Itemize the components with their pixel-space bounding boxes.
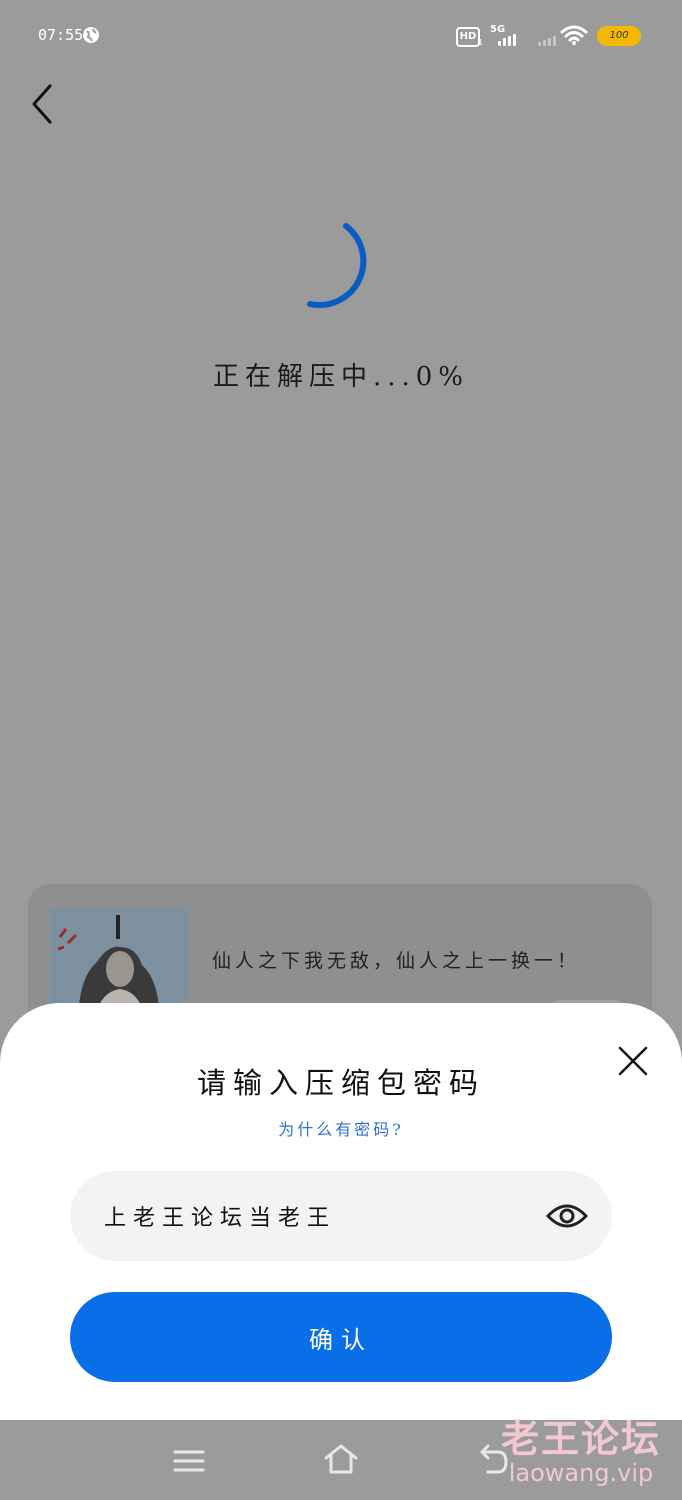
dialog-title: 请输入压缩包密码: [196, 1066, 485, 1100]
confirm-button[interactable]: 确认: [70, 1292, 612, 1382]
status-time: 07:55: [38, 26, 84, 44]
battery-indicator: 100: [597, 26, 641, 46]
decompress-progress-text: 正在解压中...0%: [212, 362, 470, 392]
why-password-link[interactable]: 为什么有密码?: [0, 1116, 682, 1140]
card-description: 仙人之下我无敌，仙人之上一换一！: [212, 950, 581, 972]
status-bar: 07:55 HD 1 5G 100: [0, 0, 682, 72]
wifi-icon: [560, 25, 588, 45]
hd-sub-label: 1: [478, 38, 484, 47]
loading-spinner-icon: [307, 223, 367, 308]
password-input[interactable]: [104, 1198, 524, 1234]
watermark-cn: 老王论坛: [500, 1417, 661, 1461]
watermark-en: laowang.vip: [508, 1459, 654, 1487]
eye-icon[interactable]: [545, 1200, 589, 1232]
back-button[interactable]: [24, 82, 60, 126]
globe-icon: [83, 27, 99, 43]
hd-badge: HD: [456, 27, 480, 47]
home-icon[interactable]: [322, 1442, 360, 1476]
watermark: 老王论坛 laowang.vip: [490, 1408, 672, 1487]
signal-secondary-icon: [530, 30, 556, 46]
card-thumbnail: [50, 907, 188, 1017]
signal-icon: [490, 26, 522, 46]
menu-icon[interactable]: [172, 1447, 206, 1475]
